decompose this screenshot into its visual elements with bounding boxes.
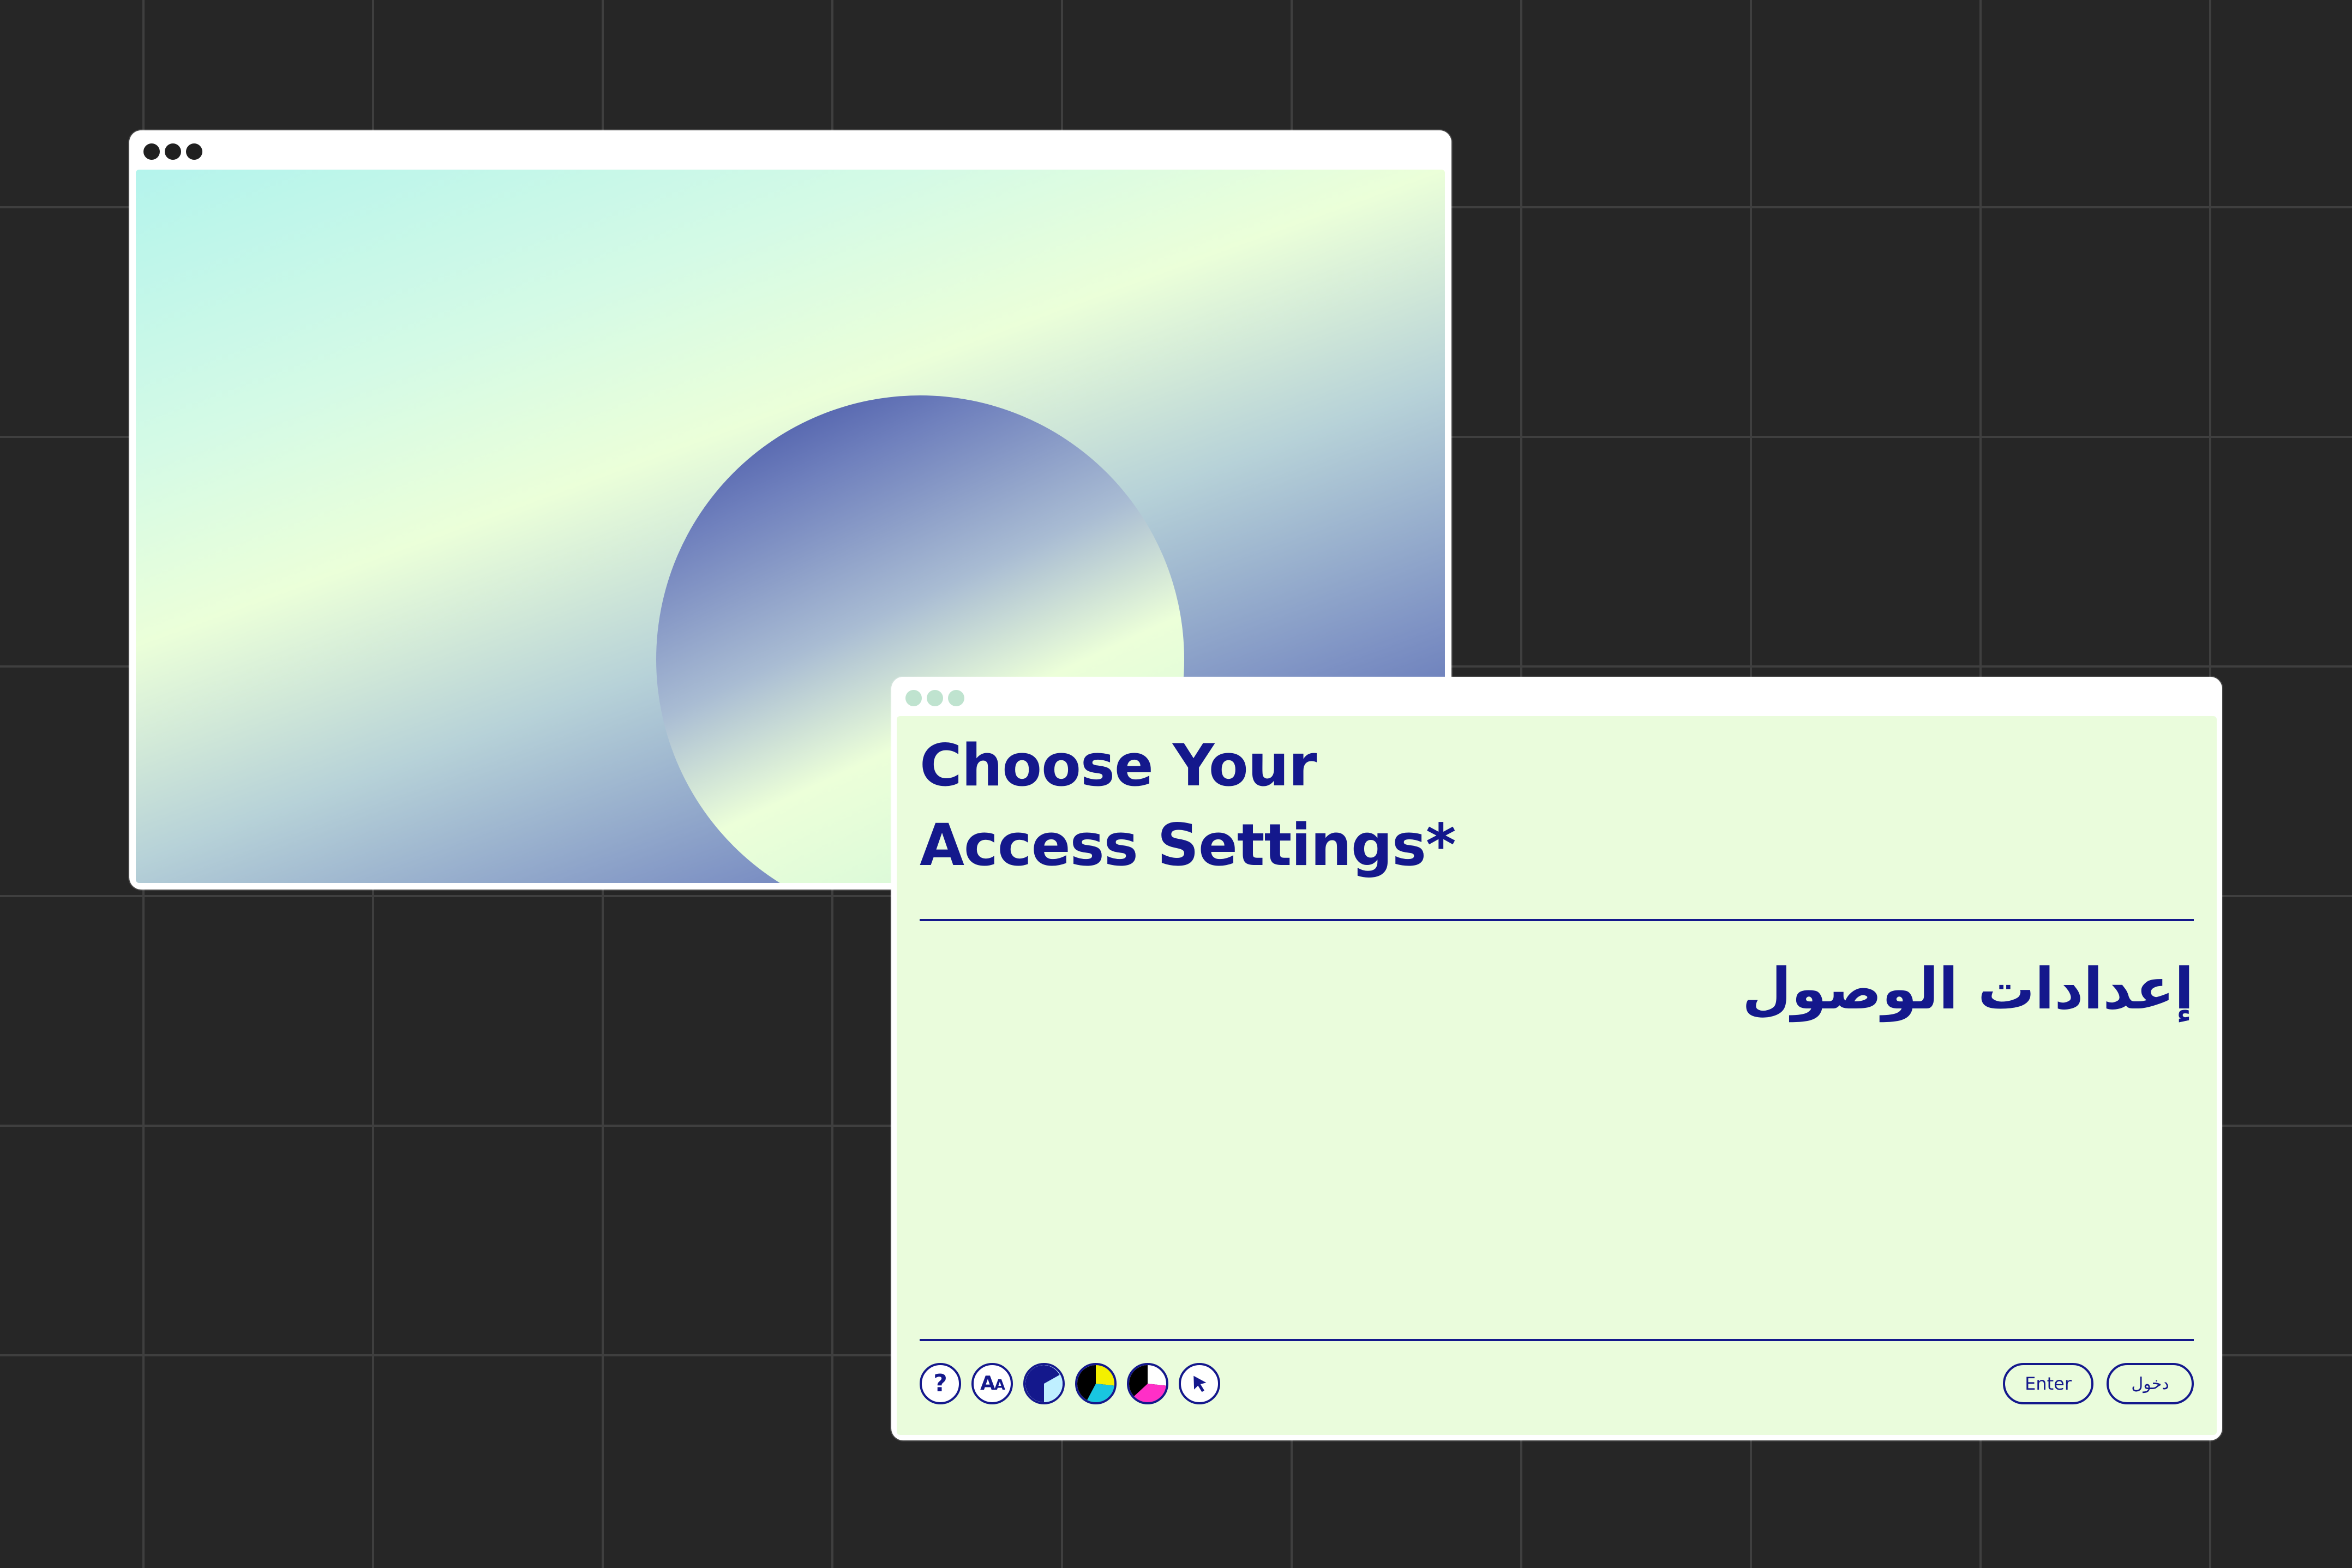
text-size-button[interactable]: AA <box>971 1363 1013 1404</box>
access-settings-panel: Choose Your Access Settings* إعدادات الو… <box>897 716 2217 1435</box>
contrast-blue-icon <box>1025 1365 1063 1402</box>
access-settings-window-controls <box>905 690 964 706</box>
access-settings-window: Choose Your Access Settings* إعدادات الو… <box>891 677 2222 1440</box>
cursor-button[interactable] <box>1179 1363 1220 1404</box>
window-control-dot[interactable] <box>186 143 202 160</box>
background-window-controls <box>143 143 202 160</box>
contrast-yellow-button[interactable] <box>1075 1363 1117 1404</box>
action-buttons: Enter دخول <box>2003 1363 2194 1404</box>
cursor-icon <box>1193 1375 1207 1392</box>
help-icon: ? <box>933 1369 947 1397</box>
contrast-blue-button[interactable] <box>1023 1363 1065 1404</box>
page-title-line-2: Access Settings* <box>920 812 1456 879</box>
enter-button-arabic[interactable]: دخول <box>2107 1363 2194 1404</box>
text-size-icon: AA <box>980 1372 1005 1395</box>
contrast-yellow-icon <box>1077 1365 1114 1402</box>
window-control-dot[interactable] <box>143 143 160 160</box>
divider-top <box>920 919 2194 921</box>
access-settings-titlebar <box>891 677 2222 716</box>
contrast-magenta-button[interactable] <box>1127 1363 1168 1404</box>
accessibility-toolbar: ? AA <box>920 1363 1220 1404</box>
page-title-line-1: Choose Your <box>920 732 1317 799</box>
enter-button[interactable]: Enter <box>2003 1363 2093 1404</box>
background-window-titlebar <box>129 130 1451 170</box>
window-control-dot[interactable] <box>165 143 181 160</box>
contrast-magenta-icon <box>1129 1365 1166 1402</box>
page-title-arabic: إعدادات الوصول <box>1742 956 2194 1022</box>
page-title: Choose Your Access Settings* <box>920 726 1456 885</box>
divider-bottom <box>920 1339 2194 1341</box>
help-button[interactable]: ? <box>920 1363 961 1404</box>
window-control-dot[interactable] <box>905 690 922 706</box>
window-control-dot[interactable] <box>948 690 964 706</box>
window-control-dot[interactable] <box>927 690 943 706</box>
